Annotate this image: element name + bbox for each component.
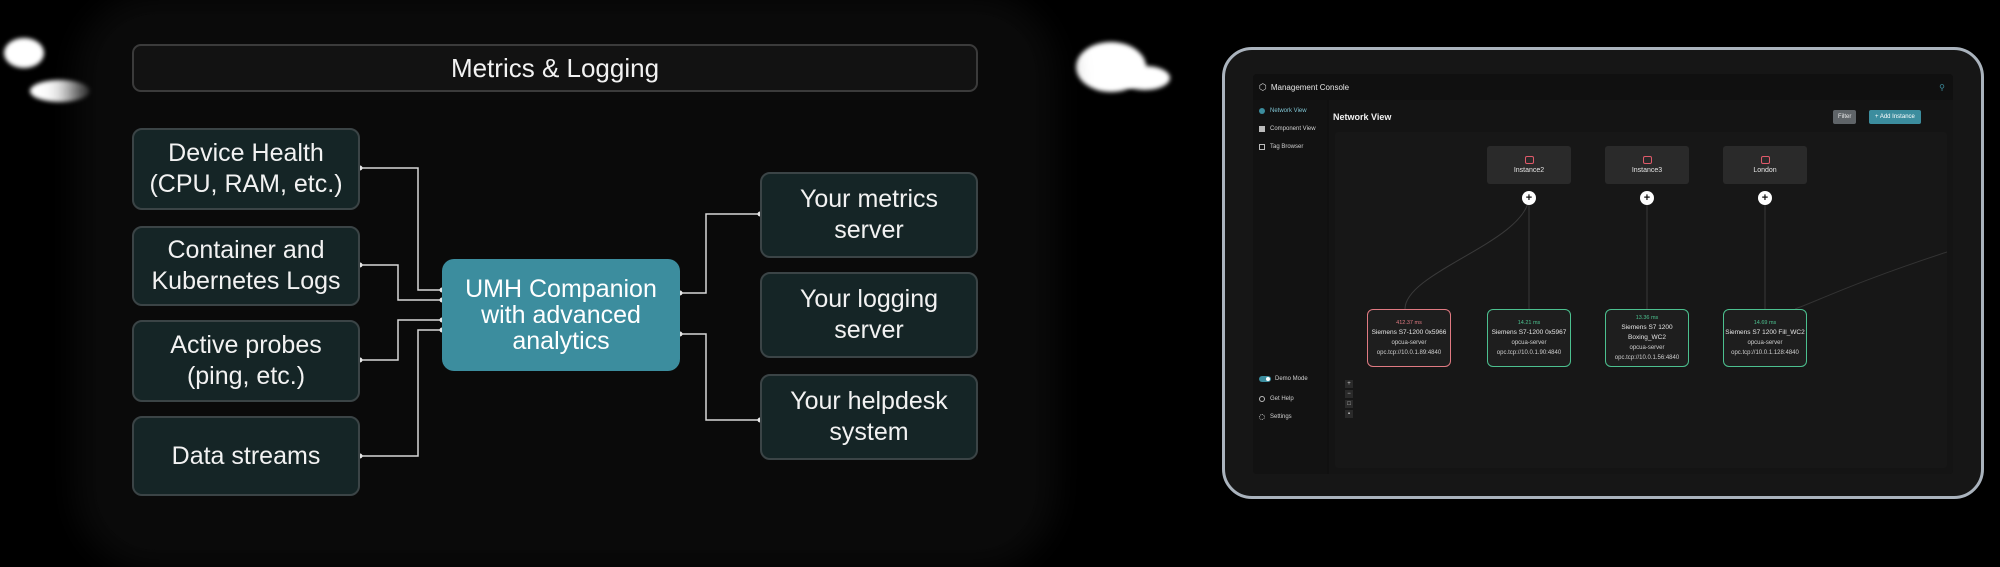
add-node-plus-icon[interactable]: + <box>1522 191 1536 205</box>
server-icon <box>1524 156 1534 164</box>
device-type: opcua-server <box>1629 345 1665 351</box>
device-name: Siemens S7-1200 0x5967 <box>1491 329 1567 336</box>
filter-button[interactable]: Filter <box>1833 110 1857 124</box>
sidebar-item-get-help[interactable]: Get Help <box>1259 392 1294 406</box>
tablet-frame: ⬡ Management Console ⚲ Network View Comp… <box>1222 47 1984 499</box>
output-helpdesk-system: Your helpdesk system <box>760 374 978 460</box>
decorative-blob <box>4 38 44 68</box>
input-data-streams: Data streams <box>132 416 360 496</box>
gear-icon <box>1259 414 1265 420</box>
add-instance-button[interactable]: + Add Instance <box>1869 110 1921 124</box>
output-metrics-server: Your metrics server <box>760 172 978 258</box>
add-node-plus-icon[interactable]: + <box>1758 191 1772 205</box>
decorative-blob <box>1120 66 1170 90</box>
network-canvas[interactable]: Instance2 + Instance3 + London + 412.37 … <box>1335 132 1947 468</box>
device-node[interactable]: 14.21 ms Siemens S7-1200 0x5967 opcua-se… <box>1487 309 1571 367</box>
hexagon-logo-icon: ⬡ <box>1259 81 1267 92</box>
zoom-out-button[interactable]: − <box>1345 390 1353 398</box>
server-icon <box>1642 156 1652 164</box>
input-active-probes: Active probes (ping, etc.) <box>132 320 360 402</box>
lock-button[interactable]: ▪ <box>1345 410 1353 418</box>
metrics-logging-header: Metrics & Logging <box>132 44 978 92</box>
location-pin-icon <box>1259 108 1265 114</box>
device-type: opcua-server <box>1747 340 1783 346</box>
device-name: Siemens S7 1200 Boxing_WC2 <box>1621 324 1673 341</box>
user-icon[interactable]: ⚲ <box>1939 83 1945 92</box>
input-container-logs: Container and Kubernetes Logs <box>132 226 360 306</box>
device-address: opc.tcp://10.0.1.128:4840 <box>1731 350 1799 356</box>
console-title-bar: ⬡ Management Console ⚲ <box>1253 74 1953 100</box>
decorative-blob <box>30 80 90 102</box>
tag-icon <box>1259 144 1265 150</box>
device-name: Siemens S7-1200 0x5966 <box>1371 329 1447 336</box>
latency-badge: 412.37 ms <box>1396 320 1422 326</box>
device-node[interactable]: 14.69 ms Siemens S7 1200 Fill_WC2 opcua-… <box>1723 309 1807 367</box>
help-icon <box>1259 396 1265 402</box>
demo-mode-toggle[interactable]: Demo Mode <box>1259 376 1308 382</box>
instance-node[interactable]: Instance2 <box>1487 146 1571 184</box>
network-link <box>1404 197 1530 310</box>
device-node[interactable]: 412.37 ms Siemens S7-1200 0x5966 opcua-s… <box>1367 309 1451 367</box>
console-screen: ⬡ Management Console ⚲ Network View Comp… <box>1253 74 1953 474</box>
server-icon <box>1760 156 1770 164</box>
components-icon <box>1259 126 1265 132</box>
device-name: Siemens S7 1200 Fill_WC2 <box>1725 329 1805 336</box>
input-device-health: Device Health (CPU, RAM, etc.) <box>132 128 360 210</box>
toggle-switch[interactable] <box>1259 376 1271 382</box>
console-title: Management Console <box>1270 82 1350 92</box>
device-node[interactable]: 13.36 ms Siemens S7 1200 Boxing_WC2 opcu… <box>1605 309 1689 367</box>
fit-view-button[interactable]: □ <box>1345 400 1353 408</box>
add-node-plus-icon[interactable]: + <box>1640 191 1654 205</box>
network-link <box>1794 251 1947 310</box>
main-panel: Network View Filter + Add Instance Insta… <box>1329 100 1953 474</box>
latency-badge: 14.69 ms <box>1753 320 1777 326</box>
zoom-controls: + − □ ▪ <box>1345 380 1355 420</box>
sidebar: Network View Component View Tag Browser … <box>1253 100 1327 474</box>
sidebar-item-network-view[interactable]: Network View <box>1259 104 1307 118</box>
umh-companion-hub: UMH Companion with advanced analytics <box>442 259 680 371</box>
device-type: opcua-server <box>1391 340 1427 346</box>
zoom-in-button[interactable]: + <box>1345 380 1353 388</box>
sidebar-item-settings[interactable]: Settings <box>1259 410 1292 424</box>
device-type: opcua-server <box>1511 340 1547 346</box>
device-address: opc.tcp://10.0.1.90:4840 <box>1496 350 1562 356</box>
instance-node[interactable]: Instance3 <box>1605 146 1689 184</box>
device-address: opc.tcp://10.0.1.89:4840 <box>1376 350 1442 356</box>
page-title: Network View <box>1333 112 1392 122</box>
device-address: opc.tcp://10.0.1.56:4840 <box>1614 355 1680 361</box>
sidebar-item-component-view[interactable]: Component View <box>1259 122 1316 136</box>
instance-node[interactable]: London <box>1723 146 1807 184</box>
latency-badge: 14.21 ms <box>1517 320 1541 326</box>
sidebar-item-tag-browser[interactable]: Tag Browser <box>1259 140 1303 154</box>
latency-badge: 13.36 ms <box>1635 315 1659 321</box>
output-logging-server: Your logging server <box>760 272 978 358</box>
